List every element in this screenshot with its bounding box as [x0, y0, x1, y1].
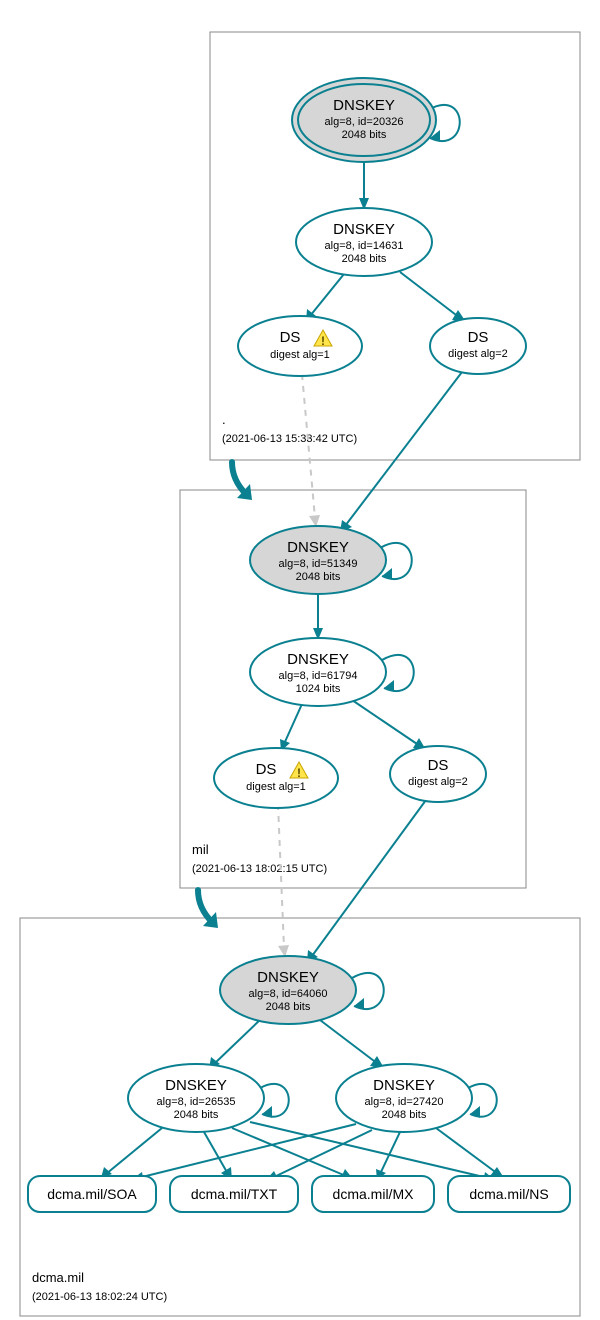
- svg-text:alg=8, id=14631: alg=8, id=14631: [325, 240, 404, 252]
- svg-text:2048 bits: 2048 bits: [266, 1001, 311, 1013]
- svg-text:digest alg=2: digest alg=2: [448, 348, 508, 360]
- edge-k2-soa: [106, 1128, 162, 1174]
- svg-text:digest alg=1: digest alg=1: [270, 349, 330, 361]
- svg-text:DNSKEY: DNSKEY: [287, 651, 349, 668]
- edge-mil-to-dcma-zone: [198, 890, 212, 922]
- zone-dcma-ts: (2021-06-13 18:02:24 UTC): [32, 1291, 167, 1303]
- edge-milds2-dcmak1: [312, 800, 426, 956]
- svg-text:alg=8, id=64060: alg=8, id=64060: [249, 988, 328, 1000]
- edge-rootk2-ds2: [400, 272, 460, 318]
- edge-k3-txt: [272, 1130, 372, 1178]
- svg-text:alg=8, id=20326: alg=8, id=20326: [325, 116, 404, 128]
- svg-text:dcma.mil/SOA: dcma.mil/SOA: [47, 1186, 137, 1202]
- svg-text:2048 bits: 2048 bits: [342, 129, 387, 141]
- edge-milk2-ds2: [352, 700, 420, 746]
- svg-text:2048 bits: 2048 bits: [382, 1109, 427, 1121]
- node-root-ds-alg1: DS digest alg=1 !: [238, 316, 362, 376]
- edge-rootk2-ds1: [310, 274, 344, 316]
- node-dcma-ns: dcma.mil/NS: [448, 1176, 570, 1212]
- node-root-dnskey-20326: DNSKEY alg=8, id=20326 2048 bits: [292, 78, 436, 162]
- node-mil-dnskey-61794: DNSKEY alg=8, id=61794 1024 bits: [250, 638, 386, 706]
- svg-text:DS: DS: [468, 329, 489, 346]
- node-dcma-mx: dcma.mil/MX: [312, 1176, 434, 1212]
- svg-text:2048 bits: 2048 bits: [342, 253, 387, 265]
- svg-text:2048 bits: 2048 bits: [174, 1109, 219, 1121]
- edge-milk2-ds1: [284, 704, 302, 744]
- svg-text:dcma.mil/NS: dcma.mil/NS: [469, 1186, 548, 1202]
- zone-mil-name: mil: [192, 842, 209, 857]
- node-dcma-dnskey-26535: DNSKEY alg=8, id=26535 2048 bits: [128, 1064, 264, 1132]
- svg-text:alg=8, id=26535: alg=8, id=26535: [157, 1096, 236, 1108]
- node-mil-dnskey-51349: DNSKEY alg=8, id=51349 2048 bits: [250, 526, 386, 594]
- zone-root-ts: (2021-06-13 15:33:42 UTC): [222, 433, 357, 445]
- edge-k3-soa: [138, 1124, 356, 1178]
- svg-text:2048 bits: 2048 bits: [296, 571, 341, 583]
- svg-text:DS: DS: [256, 761, 277, 778]
- svg-text:!: !: [321, 334, 325, 348]
- edge-dcmak1-dcmak2: [214, 1018, 262, 1064]
- svg-text:DNSKEY: DNSKEY: [333, 97, 395, 114]
- edge-k2-txt: [204, 1132, 228, 1174]
- edge-milds1-dcmak1-dashed: [278, 804, 284, 948]
- edge-root-to-mil-zone: [232, 462, 246, 494]
- svg-text:DS: DS: [428, 757, 449, 774]
- svg-text:alg=8, id=27420: alg=8, id=27420: [365, 1096, 444, 1108]
- node-dcma-txt: dcma.mil/TXT: [170, 1176, 298, 1212]
- node-dcma-dnskey-27420: DNSKEY alg=8, id=27420 2048 bits: [336, 1064, 472, 1132]
- svg-text:alg=8, id=61794: alg=8, id=61794: [279, 670, 358, 682]
- svg-text:!: !: [297, 766, 301, 780]
- zone-root-name: .: [222, 412, 226, 427]
- edge-ds2-milk1: [345, 372, 462, 526]
- node-root-ds-alg2: DS digest alg=2: [430, 318, 526, 374]
- node-mil-ds-alg2: DS digest alg=2: [390, 746, 486, 802]
- svg-text:DS: DS: [280, 329, 301, 346]
- svg-text:DNSKEY: DNSKEY: [333, 221, 395, 238]
- svg-text:digest alg=1: digest alg=1: [246, 781, 306, 793]
- svg-text:dcma.mil/TXT: dcma.mil/TXT: [191, 1186, 278, 1202]
- svg-text:DNSKEY: DNSKEY: [257, 969, 319, 986]
- svg-text:DNSKEY: DNSKEY: [287, 539, 349, 556]
- node-mil-ds-alg1: DS digest alg=1 !: [214, 748, 338, 808]
- zone-dcma-name: dcma.mil: [32, 1270, 84, 1285]
- edge-ds1-milk1-dashed: [302, 374, 315, 518]
- svg-text:digest alg=2: digest alg=2: [408, 776, 468, 788]
- node-dcma-soa: dcma.mil/SOA: [28, 1176, 156, 1212]
- svg-text:alg=8, id=51349: alg=8, id=51349: [279, 558, 358, 570]
- node-dcma-dnskey-64060: DNSKEY alg=8, id=64060 2048 bits: [220, 956, 356, 1024]
- node-root-dnskey-14631: DNSKEY alg=8, id=14631 2048 bits: [296, 208, 432, 276]
- edge-dcmak1-dcmak3: [320, 1020, 378, 1064]
- svg-text:DNSKEY: DNSKEY: [165, 1077, 227, 1094]
- zone-mil-ts: (2021-06-13 18:02:15 UTC): [192, 863, 327, 875]
- svg-text:1024 bits: 1024 bits: [296, 683, 341, 695]
- svg-text:dcma.mil/MX: dcma.mil/MX: [333, 1186, 415, 1202]
- svg-text:DNSKEY: DNSKEY: [373, 1077, 435, 1094]
